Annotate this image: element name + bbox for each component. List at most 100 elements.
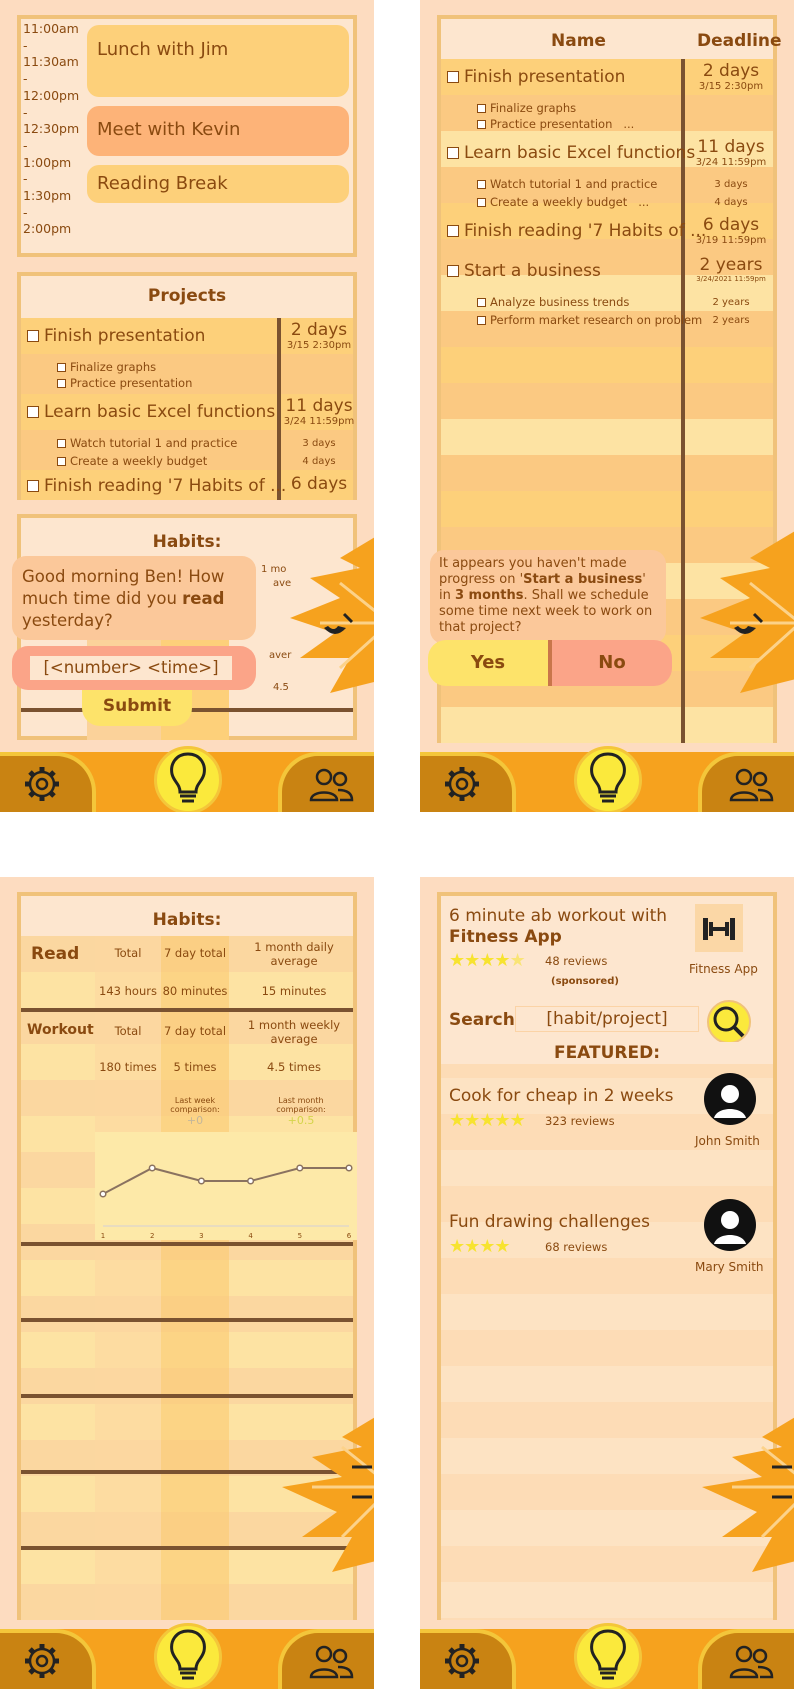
subtask-row[interactable]: Practice presentation bbox=[57, 376, 192, 390]
event-lunch[interactable]: Lunch with Jim bbox=[87, 25, 349, 97]
x-tick-label: 5 bbox=[298, 1232, 302, 1240]
subtask-row[interactable]: Watch tutorial 1 and practice bbox=[477, 177, 657, 191]
data-point bbox=[296, 1164, 304, 1172]
ad-stars: ★★★★★ bbox=[449, 950, 526, 971]
search-label: Search: bbox=[449, 1010, 522, 1030]
featured-heading: FEATURED: bbox=[441, 1042, 773, 1064]
time-label: 12:00pm bbox=[23, 87, 80, 103]
subtask-row[interactable]: Perform market research on problem bbox=[477, 313, 702, 327]
checkbox[interactable] bbox=[477, 298, 486, 307]
yes-button[interactable]: Yes bbox=[428, 640, 548, 686]
x-tick-label: 4 bbox=[248, 1232, 253, 1240]
project-row[interactable]: Finish reading '7 Habits of ... bbox=[447, 221, 706, 241]
project-row[interactable]: Learn basic Excel functions bbox=[447, 143, 695, 163]
leaf-mascot[interactable] bbox=[280, 528, 374, 718]
x-tick-label: 6 bbox=[347, 1232, 352, 1240]
gear-icon[interactable] bbox=[22, 1641, 62, 1681]
people-icon[interactable] bbox=[728, 766, 774, 806]
search-button[interactable] bbox=[707, 1000, 751, 1044]
time-label: 1:00pm bbox=[23, 154, 72, 170]
subtask-row[interactable]: Finalize graphs bbox=[57, 360, 156, 374]
checkbox[interactable] bbox=[27, 330, 39, 342]
checkbox[interactable] bbox=[477, 104, 486, 113]
checkbox[interactable] bbox=[57, 439, 66, 448]
subtask-row[interactable]: Create a weekly budget bbox=[57, 454, 207, 468]
checkbox[interactable] bbox=[447, 225, 459, 237]
avatar[interactable] bbox=[703, 1198, 757, 1252]
checkbox[interactable] bbox=[57, 379, 66, 388]
rating-stars: ★★★★★ bbox=[449, 1110, 526, 1131]
projects-title: Projects bbox=[147, 286, 227, 306]
leaf-mascot[interactable] bbox=[702, 1407, 794, 1597]
search-input[interactable]: [habit/project] bbox=[515, 1006, 699, 1032]
series-line bbox=[102, 1166, 349, 1195]
answer-input[interactable]: [<number> <time>] bbox=[30, 656, 232, 680]
people-icon[interactable] bbox=[308, 1643, 354, 1683]
subtask-row[interactable]: Finalize graphs bbox=[477, 101, 576, 115]
event-meeting[interactable]: Meet with Kevin bbox=[87, 106, 349, 156]
subtask-row[interactable]: Watch tutorial 1 and practice bbox=[57, 436, 237, 450]
checkbox[interactable] bbox=[477, 120, 486, 129]
lightbulb-icon[interactable] bbox=[586, 1627, 630, 1683]
project-row[interactable]: Finish presentation bbox=[27, 326, 205, 346]
lightbulb-icon[interactable] bbox=[586, 750, 630, 806]
checkbox[interactable] bbox=[57, 363, 66, 372]
gear-icon[interactable] bbox=[442, 764, 482, 804]
bottom-nav bbox=[0, 1623, 374, 1689]
event-reading[interactable]: Reading Break bbox=[87, 165, 349, 203]
habit-read-label: Read bbox=[31, 944, 80, 964]
dumbbell-icon bbox=[695, 904, 743, 952]
subtask-row[interactable]: Create a weekly budget ... bbox=[477, 195, 649, 209]
project-row[interactable]: Start a business bbox=[447, 261, 601, 281]
data-point bbox=[148, 1164, 156, 1172]
avatar[interactable] bbox=[703, 1072, 757, 1126]
assistant-message: Good morning Ben! How much time did you … bbox=[12, 556, 256, 640]
search-icon bbox=[713, 1006, 745, 1038]
checkbox[interactable] bbox=[447, 147, 459, 159]
checkbox[interactable] bbox=[27, 480, 39, 492]
x-tick-label: 1 bbox=[101, 1232, 105, 1240]
col-name-header: Name bbox=[551, 31, 606, 51]
data-point bbox=[345, 1164, 353, 1172]
no-button[interactable]: No bbox=[552, 640, 672, 686]
subtask-row[interactable]: Practice presentation ... bbox=[477, 117, 634, 131]
time-label: 1:30pm bbox=[23, 188, 72, 204]
workout-line-chart: 1 2 3 4 5 6 bbox=[99, 1164, 353, 1240]
bottom-nav bbox=[420, 746, 794, 812]
checkbox[interactable] bbox=[477, 316, 486, 325]
assistant-message: It appears you haven't made progress on … bbox=[430, 550, 666, 644]
checkbox[interactable] bbox=[447, 265, 459, 277]
checkbox[interactable] bbox=[57, 457, 66, 466]
checkbox[interactable] bbox=[477, 198, 486, 207]
checkbox[interactable] bbox=[477, 180, 486, 189]
lightbulb-icon[interactable] bbox=[166, 1627, 210, 1683]
subtask-row[interactable]: Analyze business trends bbox=[477, 295, 629, 309]
schedule-times: 11:00am - 11:30am - 12:00pm - 12:30pm - … bbox=[23, 21, 83, 238]
x-tick-label: 2 bbox=[150, 1232, 154, 1240]
time-label: 11:30am bbox=[23, 54, 79, 70]
people-icon[interactable] bbox=[308, 766, 354, 806]
gear-icon[interactable] bbox=[442, 1641, 482, 1681]
project-row[interactable]: Learn basic Excel functions bbox=[27, 402, 275, 422]
checkbox[interactable] bbox=[447, 71, 459, 83]
lightbulb-icon[interactable] bbox=[166, 750, 210, 806]
ad-title: 6 minute ab workout with Fitness App bbox=[449, 906, 668, 947]
schedule-panel: 11:00am - 11:30am - 12:00pm - 12:30pm - … bbox=[17, 15, 357, 257]
leaf-mascot[interactable] bbox=[690, 528, 794, 718]
home-screen: 11:00am - 11:30am - 12:00pm - 12:30pm - … bbox=[0, 0, 374, 812]
gear-icon[interactable] bbox=[22, 764, 62, 804]
project-row[interactable]: Finish reading '7 Habits of ... bbox=[27, 476, 286, 496]
checkbox[interactable] bbox=[27, 406, 39, 418]
people-icon[interactable] bbox=[728, 1643, 774, 1683]
bottom-nav bbox=[0, 746, 374, 812]
x-tick-label: 3 bbox=[199, 1232, 203, 1240]
submit-button[interactable]: Submit bbox=[82, 690, 192, 726]
project-row[interactable]: Finish presentation bbox=[447, 67, 625, 87]
data-point bbox=[197, 1177, 205, 1185]
time-label: 11:00am bbox=[23, 21, 79, 36]
habit-workout-label: Workout bbox=[27, 1022, 94, 1038]
rating-stars: ★★★★ bbox=[449, 1236, 511, 1257]
leaf-mascot[interactable] bbox=[282, 1407, 374, 1597]
bottom-nav bbox=[420, 1623, 794, 1689]
data-point bbox=[247, 1177, 255, 1185]
